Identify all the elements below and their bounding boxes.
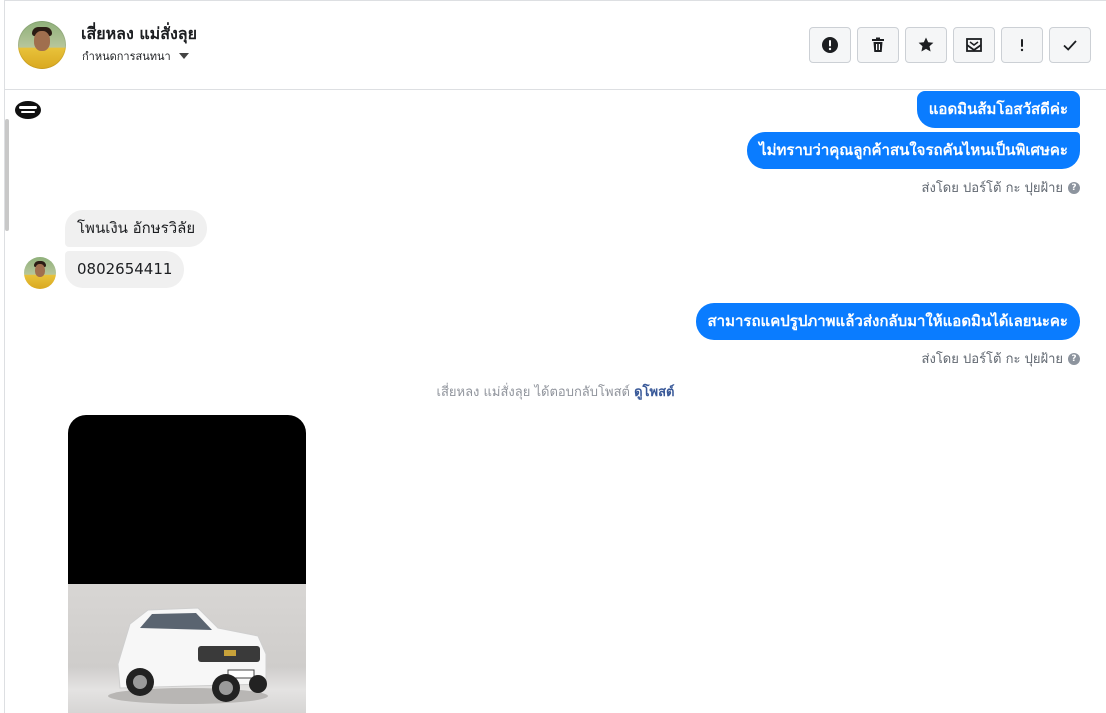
assign-label: กำหนดการสนทนา bbox=[82, 50, 171, 63]
post-reply-text: เสี่ยหลง แม่สั่งลุย ได้ตอบกลับโพสต์ bbox=[436, 385, 630, 400]
pickup-truck-photo bbox=[68, 584, 306, 713]
contact-avatar[interactable] bbox=[18, 21, 66, 69]
incoming-message[interactable]: 0802654411 bbox=[65, 251, 185, 288]
outgoing-message[interactable]: แอดมินส้มโอสวัสดีค่ะ bbox=[916, 91, 1080, 128]
help-icon[interactable]: ? bbox=[1068, 352, 1080, 365]
mark-important-button[interactable] bbox=[1001, 27, 1043, 63]
exclamation-icon bbox=[1020, 39, 1024, 52]
avatar-face bbox=[34, 31, 50, 51]
post-reply-note: เสี่ยหลง แม่สั่งลุย ได้ตอบกลับโพสต์ ดูโพ… bbox=[5, 381, 1106, 402]
sent-by-text: ส่งโดย ปอร์โต้ กะ ปุยฝ้าย bbox=[921, 352, 1063, 367]
sent-by-label: ส่งโดย ปอร์โต้ กะ ปุยฝ้าย ? bbox=[922, 348, 1080, 369]
outgoing-message[interactable]: สามารถแคปรูปภาพแล้วส่งกลับมาให้แอดมินได้… bbox=[695, 303, 1080, 340]
scrollbar[interactable] bbox=[5, 119, 9, 231]
truck-image bbox=[108, 607, 268, 704]
mark-done-button[interactable] bbox=[1049, 27, 1091, 63]
sent-by-label: ส่งโดย ปอร์โต้ กะ ปุยฝ้าย ? bbox=[922, 177, 1080, 198]
conversation-panel: เสี่ยหลง แม่สั่งลุย กำหนดการสนทนา แอดมิน… bbox=[4, 0, 1106, 713]
delete-button[interactable] bbox=[857, 27, 899, 63]
alert-circle-icon bbox=[822, 37, 838, 53]
page-logo bbox=[15, 101, 41, 119]
view-post-link[interactable]: ดูโพสต์ bbox=[634, 385, 674, 400]
trash-icon bbox=[872, 37, 884, 52]
check-icon bbox=[1063, 40, 1077, 51]
action-toolbar bbox=[809, 27, 1091, 63]
star-icon bbox=[918, 37, 934, 52]
envelope-icon bbox=[966, 38, 982, 52]
contact-avatar-small[interactable] bbox=[24, 257, 56, 289]
contact-name[interactable]: เสี่ยหลง แม่สั่งลุย bbox=[81, 22, 197, 47]
outgoing-message[interactable]: ไม่ทราบว่าคุณลูกค้าสนใจรถคันไหนเป็นพิเศษ… bbox=[747, 132, 1080, 169]
sent-by-text: ส่งโดย ปอร์โต้ กะ ปุยฝ้าย bbox=[921, 181, 1063, 196]
incoming-message[interactable]: โพนเงิน อักษรวิลัย bbox=[65, 210, 208, 247]
avatar-face bbox=[35, 264, 45, 277]
assign-conversation-dropdown[interactable]: กำหนดการสนทนา bbox=[82, 47, 189, 65]
mark-unread-button[interactable] bbox=[953, 27, 995, 63]
report-spam-button[interactable] bbox=[809, 27, 851, 63]
help-icon[interactable]: ? bbox=[1068, 181, 1080, 194]
star-button[interactable] bbox=[905, 27, 947, 63]
shared-post-media[interactable] bbox=[68, 415, 306, 713]
caret-down-icon bbox=[178, 53, 189, 59]
conversation-header: เสี่ยหลง แม่สั่งลุย กำหนดการสนทนา bbox=[5, 1, 1106, 90]
